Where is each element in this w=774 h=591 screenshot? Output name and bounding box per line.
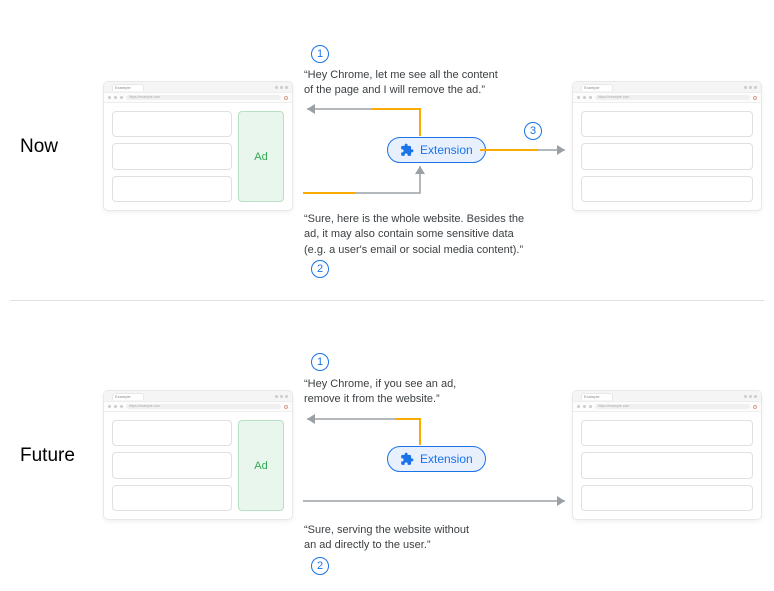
url-field: https://example.com	[595, 404, 750, 409]
window-controls-icon	[275, 86, 288, 89]
reload-icon	[120, 96, 123, 99]
section-future: Future Example https://example.com Ad Ex…	[0, 301, 774, 591]
url-field: https://example.com	[595, 95, 750, 100]
browser-titlebar: Example	[104, 82, 292, 93]
puzzle-icon	[400, 452, 414, 466]
content-block	[581, 420, 753, 446]
content-block	[112, 176, 232, 202]
extension-label: Extension	[420, 452, 473, 466]
section-now: Now Example https://example.com Ad Examp…	[0, 0, 774, 290]
extension-pill: Extension	[387, 446, 486, 472]
content-block	[112, 420, 232, 446]
window-controls-icon	[744, 395, 757, 398]
quote-future-1: “Hey Chrome, if you see an ad, remove it…	[304, 377, 456, 408]
content-block	[581, 143, 753, 169]
profile-icon	[284, 96, 288, 100]
content-block	[581, 485, 753, 511]
content-block	[112, 111, 232, 137]
browser-viewport: Ad	[104, 412, 292, 519]
forward-icon	[114, 96, 117, 99]
forward-icon	[583, 405, 586, 408]
browser-future-left: Example https://example.com Ad	[104, 391, 292, 519]
step-badge-2: 2	[311, 557, 329, 575]
content-block	[581, 176, 753, 202]
browser-now-left: Example https://example.com Ad	[104, 82, 292, 210]
quote-future-2: “Sure, serving the website without an ad…	[304, 523, 469, 554]
browser-now-right: Example https://example.com	[573, 82, 761, 210]
url-field: https://example.com	[126, 95, 281, 100]
browser-addressbar: https://example.com	[573, 93, 761, 103]
browser-tab: Example	[112, 84, 144, 91]
browser-tab: Example	[112, 393, 144, 400]
window-controls-icon	[275, 395, 288, 398]
browser-titlebar: Example	[573, 82, 761, 93]
browser-viewport	[573, 412, 761, 519]
back-icon	[108, 405, 111, 408]
browser-addressbar: https://example.com	[104, 93, 292, 103]
step-badge-3: 3	[524, 122, 542, 140]
browser-addressbar: https://example.com	[573, 402, 761, 412]
forward-icon	[583, 96, 586, 99]
content-block	[112, 143, 232, 169]
url-field: https://example.com	[126, 404, 281, 409]
browser-viewport	[573, 103, 761, 210]
forward-icon	[114, 405, 117, 408]
browser-titlebar: Example	[573, 391, 761, 402]
quote-now-2: “Sure, here is the whole website. Beside…	[304, 212, 524, 258]
browser-addressbar: https://example.com	[104, 402, 292, 412]
profile-icon	[753, 405, 757, 409]
browser-titlebar: Example	[104, 391, 292, 402]
content-block	[581, 111, 753, 137]
step-badge-1: 1	[311, 353, 329, 371]
ad-block: Ad	[238, 420, 284, 511]
puzzle-icon	[400, 143, 414, 157]
browser-tab: Example	[581, 84, 613, 91]
reload-icon	[120, 405, 123, 408]
reload-icon	[589, 405, 592, 408]
reload-icon	[589, 96, 592, 99]
back-icon	[108, 96, 111, 99]
content-block	[112, 452, 232, 478]
browser-viewport: Ad	[104, 103, 292, 210]
quote-now-1: “Hey Chrome, let me see all the content …	[304, 68, 498, 99]
extension-label: Extension	[420, 143, 473, 157]
profile-icon	[753, 96, 757, 100]
step-badge-2: 2	[311, 260, 329, 278]
section-label-now: Now	[20, 136, 58, 158]
profile-icon	[284, 405, 288, 409]
content-block	[581, 452, 753, 478]
browser-tab: Example	[581, 393, 613, 400]
browser-future-right: Example https://example.com	[573, 391, 761, 519]
back-icon	[577, 96, 580, 99]
content-block	[112, 485, 232, 511]
extension-pill: Extension	[387, 137, 486, 163]
ad-block: Ad	[238, 111, 284, 202]
back-icon	[577, 405, 580, 408]
step-badge-1: 1	[311, 45, 329, 63]
section-label-future: Future	[20, 445, 75, 467]
window-controls-icon	[744, 86, 757, 89]
